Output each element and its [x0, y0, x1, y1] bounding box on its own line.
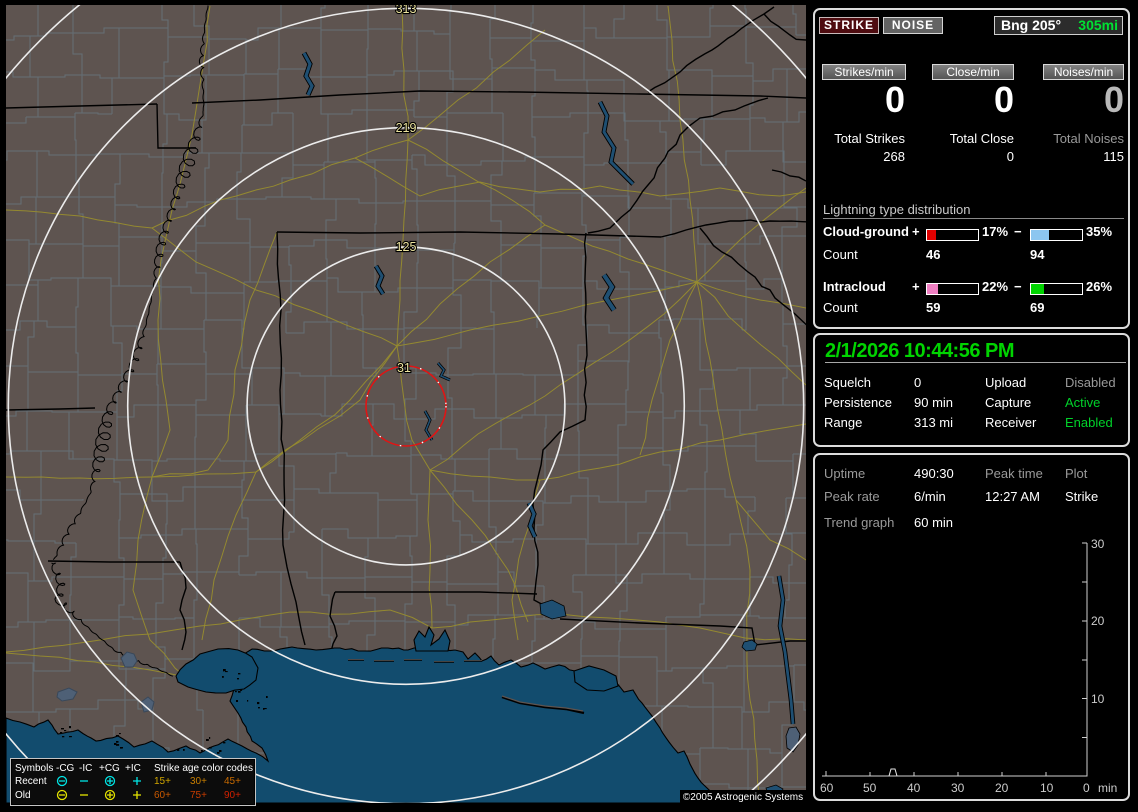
svg-text:31: 31	[397, 361, 411, 375]
svg-text:50: 50	[863, 781, 877, 795]
svg-text:20: 20	[995, 781, 1009, 795]
svg-text:min: min	[1098, 781, 1117, 795]
svg-text:10: 10	[1040, 781, 1054, 795]
svg-text:219: 219	[396, 121, 417, 135]
svg-text:30: 30	[951, 781, 965, 795]
svg-text:10: 10	[1091, 692, 1105, 706]
svg-text:60: 60	[820, 781, 834, 795]
svg-text:313: 313	[396, 2, 417, 16]
svg-text:20: 20	[1091, 614, 1105, 628]
svg-text:30: 30	[1091, 537, 1105, 551]
svg-text:40: 40	[907, 781, 921, 795]
svg-text:0: 0	[1083, 781, 1090, 795]
svg-text:125: 125	[396, 240, 417, 254]
